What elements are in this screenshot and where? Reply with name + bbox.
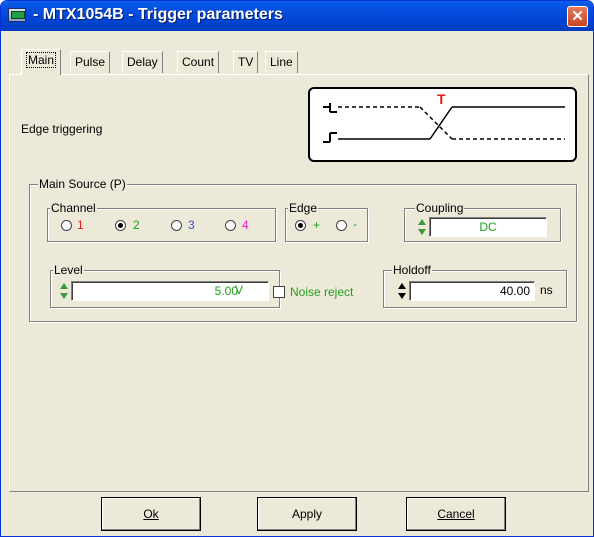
coupling-field[interactable]: DC <box>429 217 547 237</box>
window-title: - MTX1054B - Trigger parameters <box>33 6 283 23</box>
coupling-spinner[interactable] <box>417 218 427 236</box>
tab-pulse[interactable]: Pulse <box>70 51 111 73</box>
holdoff-title: Holdoff <box>392 263 432 277</box>
coupling-title: Coupling <box>415 201 465 215</box>
channel-2-label: 2 <box>133 218 140 232</box>
main-source-group: Main Source (P) Channel 1 2 3 4 Edge + - <box>29 177 577 322</box>
trigger-waveform-icon: T <box>323 91 565 143</box>
tab-main[interactable]: Main <box>21 49 62 75</box>
edge-plus-radio[interactable] <box>295 220 306 231</box>
edge-trigger-diagram: T <box>308 87 577 162</box>
tab-tv[interactable]: TV <box>233 51 259 73</box>
channel-2-radio[interactable] <box>115 220 126 231</box>
tab-delay[interactable]: Delay <box>122 51 163 73</box>
channel-4-label: 4 <box>242 218 249 232</box>
holdoff-group: Holdoff 40.00 ns <box>383 263 567 308</box>
channel-title: Channel <box>50 201 97 215</box>
spin-arrows-icon <box>60 283 68 299</box>
apply-button[interactable]: Apply <box>257 497 357 531</box>
spin-arrows-icon <box>418 219 426 235</box>
level-group: Level 5.00 V <box>50 263 280 308</box>
channel-group: Channel 1 2 3 4 <box>47 201 276 242</box>
holdoff-spinner[interactable] <box>397 282 407 300</box>
level-unit: V <box>235 283 244 297</box>
trigger-parameters-window: - MTX1054B - Trigger parameters ✕ Main P… <box>0 0 594 537</box>
level-title: Level <box>53 263 84 277</box>
channel-3-radio[interactable] <box>171 220 182 231</box>
channel-3-label: 3 <box>188 218 195 232</box>
trigger-marker: T <box>437 91 446 107</box>
tab-line[interactable]: Line <box>265 51 298 73</box>
mode-label: Edge triggering <box>21 122 103 136</box>
title-bar[interactable]: - MTX1054B - Trigger parameters ✕ <box>1 1 593 31</box>
edge-title: Edge <box>288 201 319 215</box>
holdoff-field[interactable]: 40.00 <box>409 281 535 301</box>
noise-reject-checkbox[interactable] <box>273 286 285 298</box>
ok-button[interactable]: Ok <box>101 497 201 531</box>
channel-1-radio[interactable] <box>61 220 72 231</box>
edge-minus-label: - <box>353 217 357 231</box>
spin-arrows-icon <box>398 283 406 299</box>
main-tab-panel: Edge triggering T Main Source (P) Channe… <box>9 74 589 492</box>
edge-minus-radio[interactable] <box>336 220 347 231</box>
coupling-group: Coupling DC <box>404 201 561 242</box>
holdoff-unit: ns <box>540 283 553 297</box>
tab-count[interactable]: Count <box>177 51 220 73</box>
main-source-title: Main Source (P) <box>38 177 127 191</box>
channel-4-radio[interactable] <box>225 220 236 231</box>
cancel-button[interactable]: Cancel <box>406 497 506 531</box>
channel-1-label: 1 <box>77 218 84 232</box>
close-button[interactable]: ✕ <box>567 6 588 27</box>
edge-group: Edge + - <box>285 201 368 242</box>
level-spinner[interactable] <box>59 282 69 300</box>
noise-reject-label: Noise reject <box>290 285 354 299</box>
app-icon <box>8 8 26 22</box>
edge-plus-label: + <box>313 218 321 232</box>
